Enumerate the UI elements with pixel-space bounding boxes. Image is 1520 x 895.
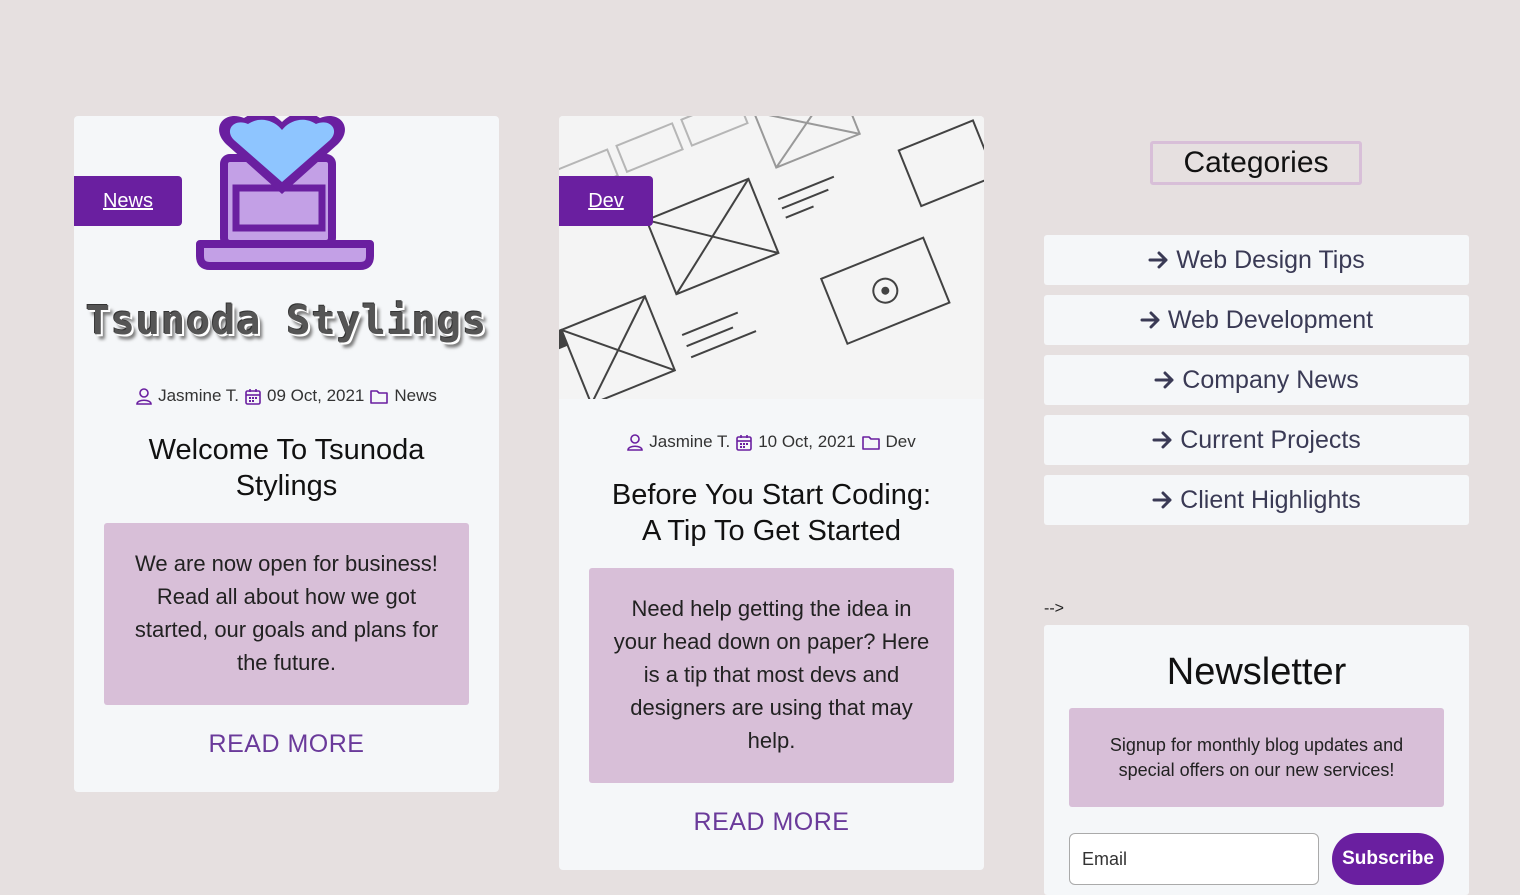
post-title[interactable]: Before You Start Coding: A Tip To Get St… bbox=[599, 477, 944, 549]
read-more-link[interactable]: READ MORE bbox=[559, 808, 984, 837]
post-category[interactable]: News bbox=[394, 386, 437, 406]
category-label: Company News bbox=[1182, 365, 1359, 394]
category-web-design-tips[interactable]: Web Design Tips bbox=[1044, 235, 1469, 285]
user-icon bbox=[136, 387, 152, 405]
post-author: Jasmine T. bbox=[649, 432, 731, 451]
subscribe-button[interactable]: Subscribe bbox=[1332, 833, 1444, 885]
arrow-right-icon bbox=[1148, 251, 1168, 269]
categories-heading: Categories bbox=[1150, 141, 1362, 185]
post-excerpt: Need help getting the idea in your head … bbox=[589, 568, 954, 783]
post-image-logo[interactable]: Tsunoda Stylings bbox=[74, 116, 499, 366]
post-meta: Jasmine T. 09 Oct, 2021 News bbox=[74, 386, 499, 406]
post-date: 09 Oct, 2021 bbox=[267, 386, 365, 405]
post-author: Jasmine T. bbox=[158, 386, 240, 405]
post-title[interactable]: Welcome To Tsunoda Stylings bbox=[114, 432, 459, 504]
post-category[interactable]: Dev bbox=[886, 432, 916, 452]
category-tag-news[interactable]: News bbox=[74, 176, 182, 226]
arrow-right-icon bbox=[1154, 371, 1174, 389]
post-card-coding-tip: Dev Jasmine T. 10 Oct, 2021 Dev Before Y… bbox=[559, 116, 984, 870]
newsletter-title: Newsletter bbox=[1166, 651, 1347, 693]
folder-icon bbox=[861, 435, 880, 450]
category-current-projects[interactable]: Current Projects bbox=[1044, 415, 1469, 465]
user-icon bbox=[627, 433, 644, 451]
post-meta: Jasmine T. 10 Oct, 2021 Dev bbox=[559, 432, 984, 452]
arrow-right-icon bbox=[1140, 311, 1160, 329]
folder-icon bbox=[370, 389, 389, 404]
category-label: Current Projects bbox=[1180, 425, 1361, 454]
read-more-link[interactable]: READ MORE bbox=[74, 730, 499, 759]
calendar-icon bbox=[736, 434, 752, 451]
calendar-icon bbox=[245, 388, 261, 405]
post-image-wireframe-sketch[interactable] bbox=[559, 116, 984, 399]
arrow-right-icon bbox=[1152, 491, 1172, 509]
wireframe-sketch-image bbox=[559, 116, 984, 399]
categories-list: Web Design Tips Web Development Company … bbox=[1044, 235, 1469, 535]
category-client-highlights[interactable]: Client Highlights bbox=[1044, 475, 1469, 525]
category-web-development[interactable]: Web Development bbox=[1044, 295, 1469, 345]
newsletter-description: Signup for monthly blog updates and spec… bbox=[1069, 708, 1444, 807]
post-excerpt: We are now open for business! Read all a… bbox=[104, 523, 469, 705]
post-card-welcome: Tsunoda Stylings News Jasmine T. 09 Oct,… bbox=[74, 116, 499, 792]
newsletter-widget: Newsletter Signup for monthly blog updat… bbox=[1044, 625, 1469, 895]
category-label: Client Highlights bbox=[1180, 485, 1361, 514]
category-label: Web Development bbox=[1167, 305, 1374, 334]
stray-comment-text: --> bbox=[1044, 600, 1064, 617]
category-company-news[interactable]: Company News bbox=[1044, 355, 1469, 405]
post-date: 10 Oct, 2021 bbox=[758, 432, 856, 451]
email-input[interactable] bbox=[1069, 833, 1319, 885]
arrow-right-icon bbox=[1152, 431, 1172, 449]
category-label: Web Design Tips bbox=[1176, 245, 1365, 274]
brand-wordmark: Tsunoda Stylings bbox=[85, 298, 488, 344]
category-tag-dev[interactable]: Dev bbox=[559, 176, 653, 226]
